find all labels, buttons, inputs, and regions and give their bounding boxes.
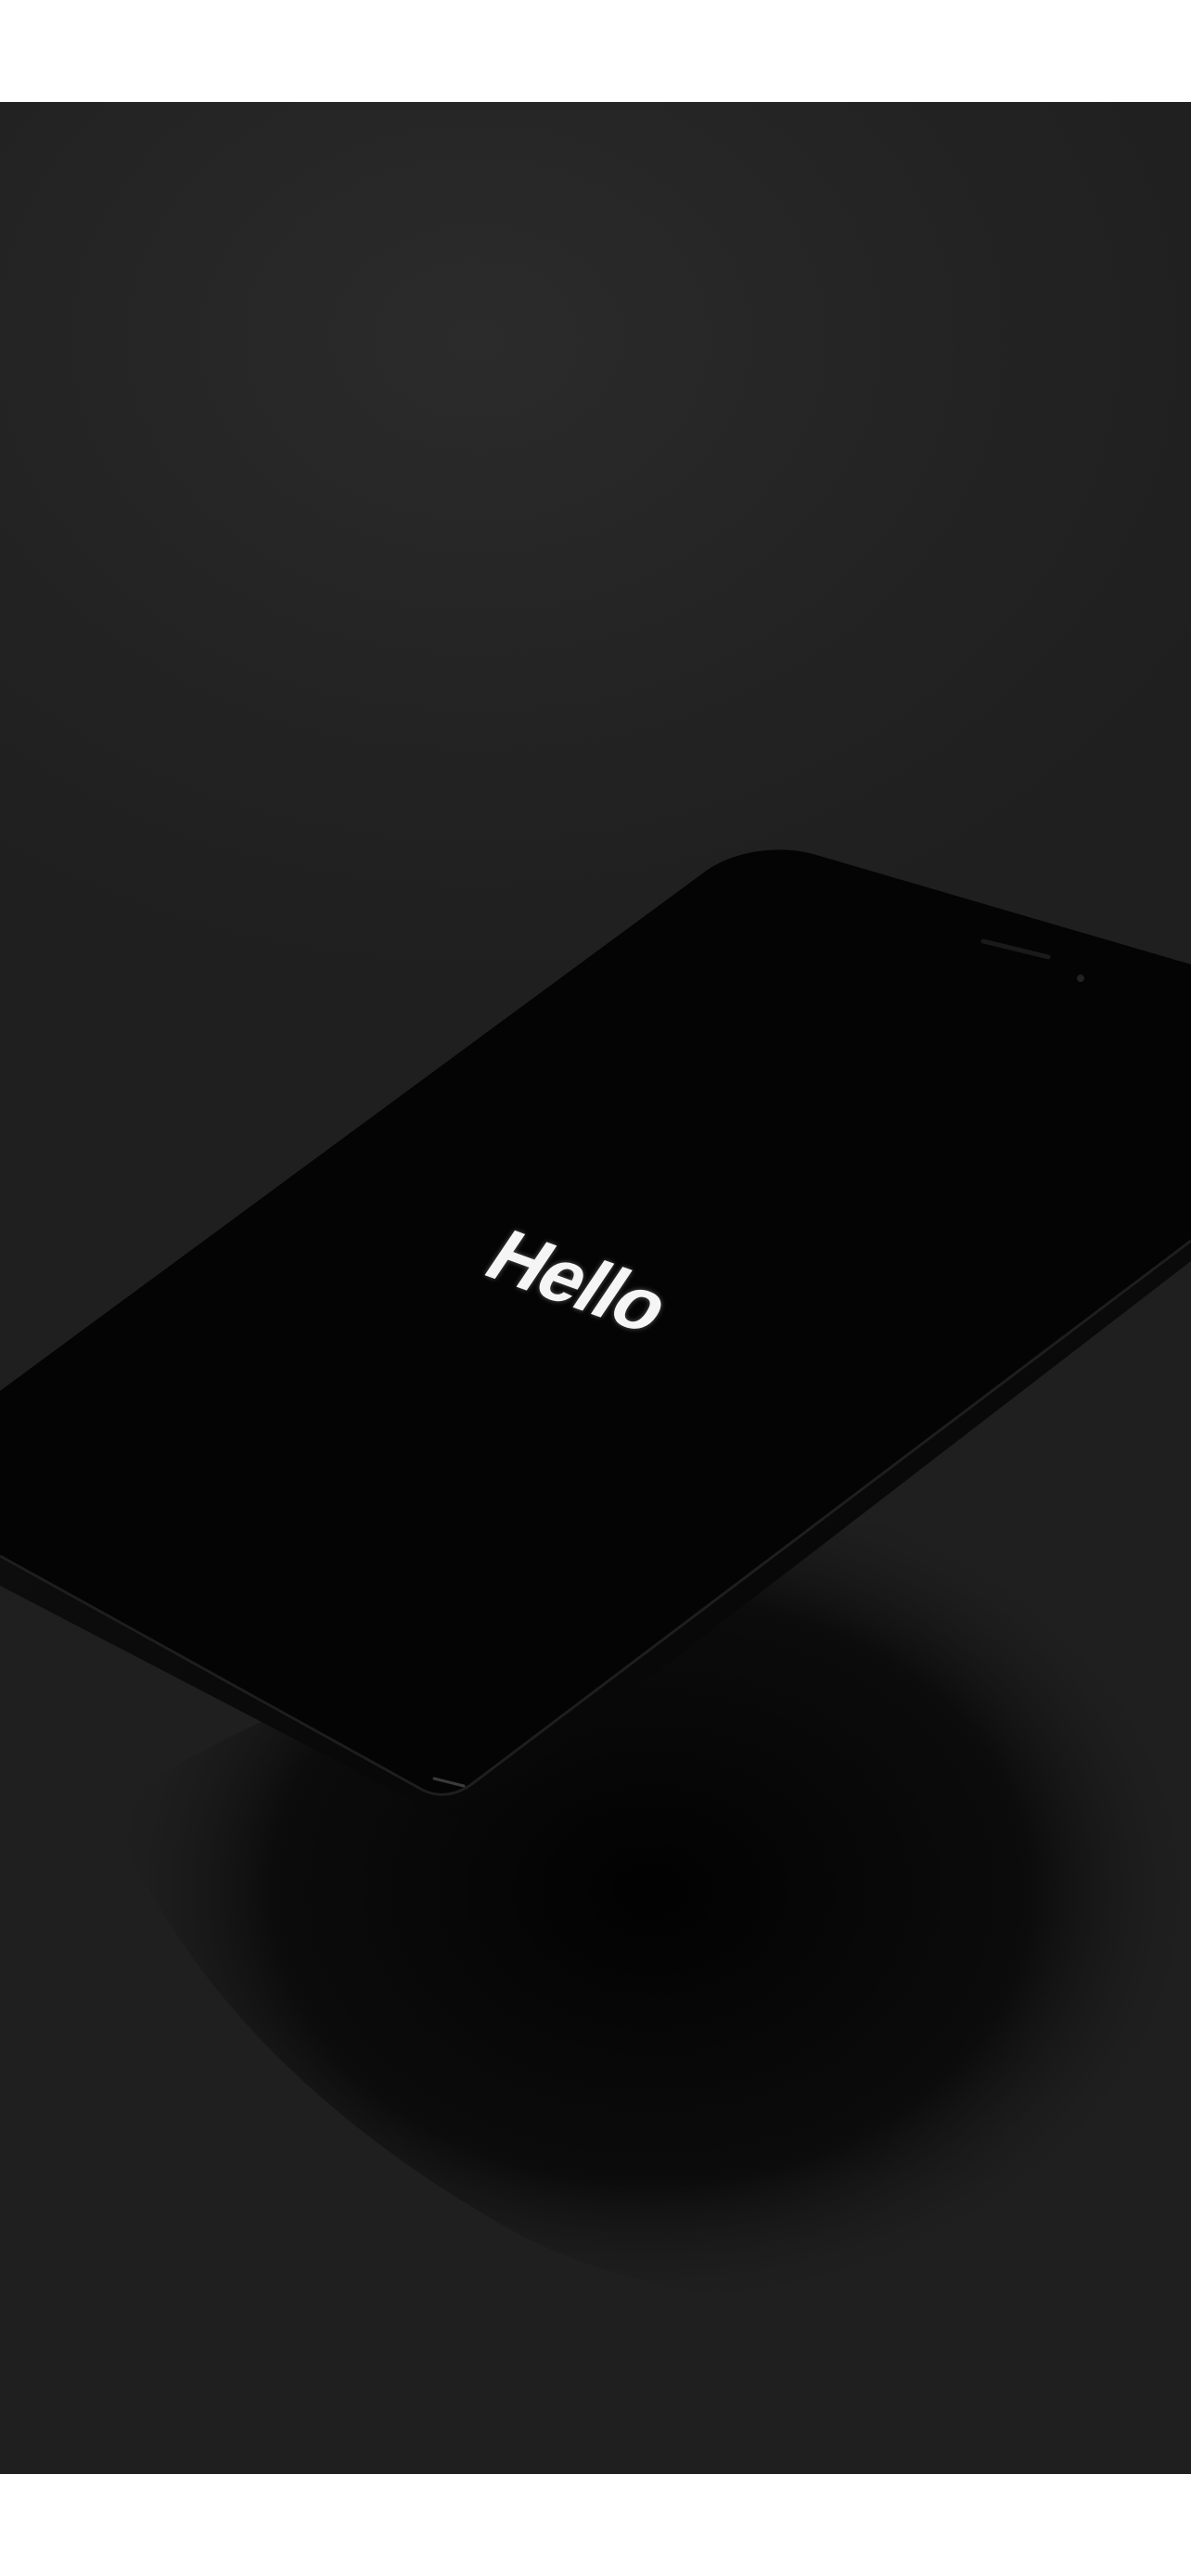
front-camera xyxy=(1077,975,1084,982)
image-frame: Hello xyxy=(0,0,1191,2576)
top-margin xyxy=(0,0,1191,102)
photo: Hello xyxy=(0,102,1191,2474)
bottom-margin xyxy=(0,2474,1191,2576)
